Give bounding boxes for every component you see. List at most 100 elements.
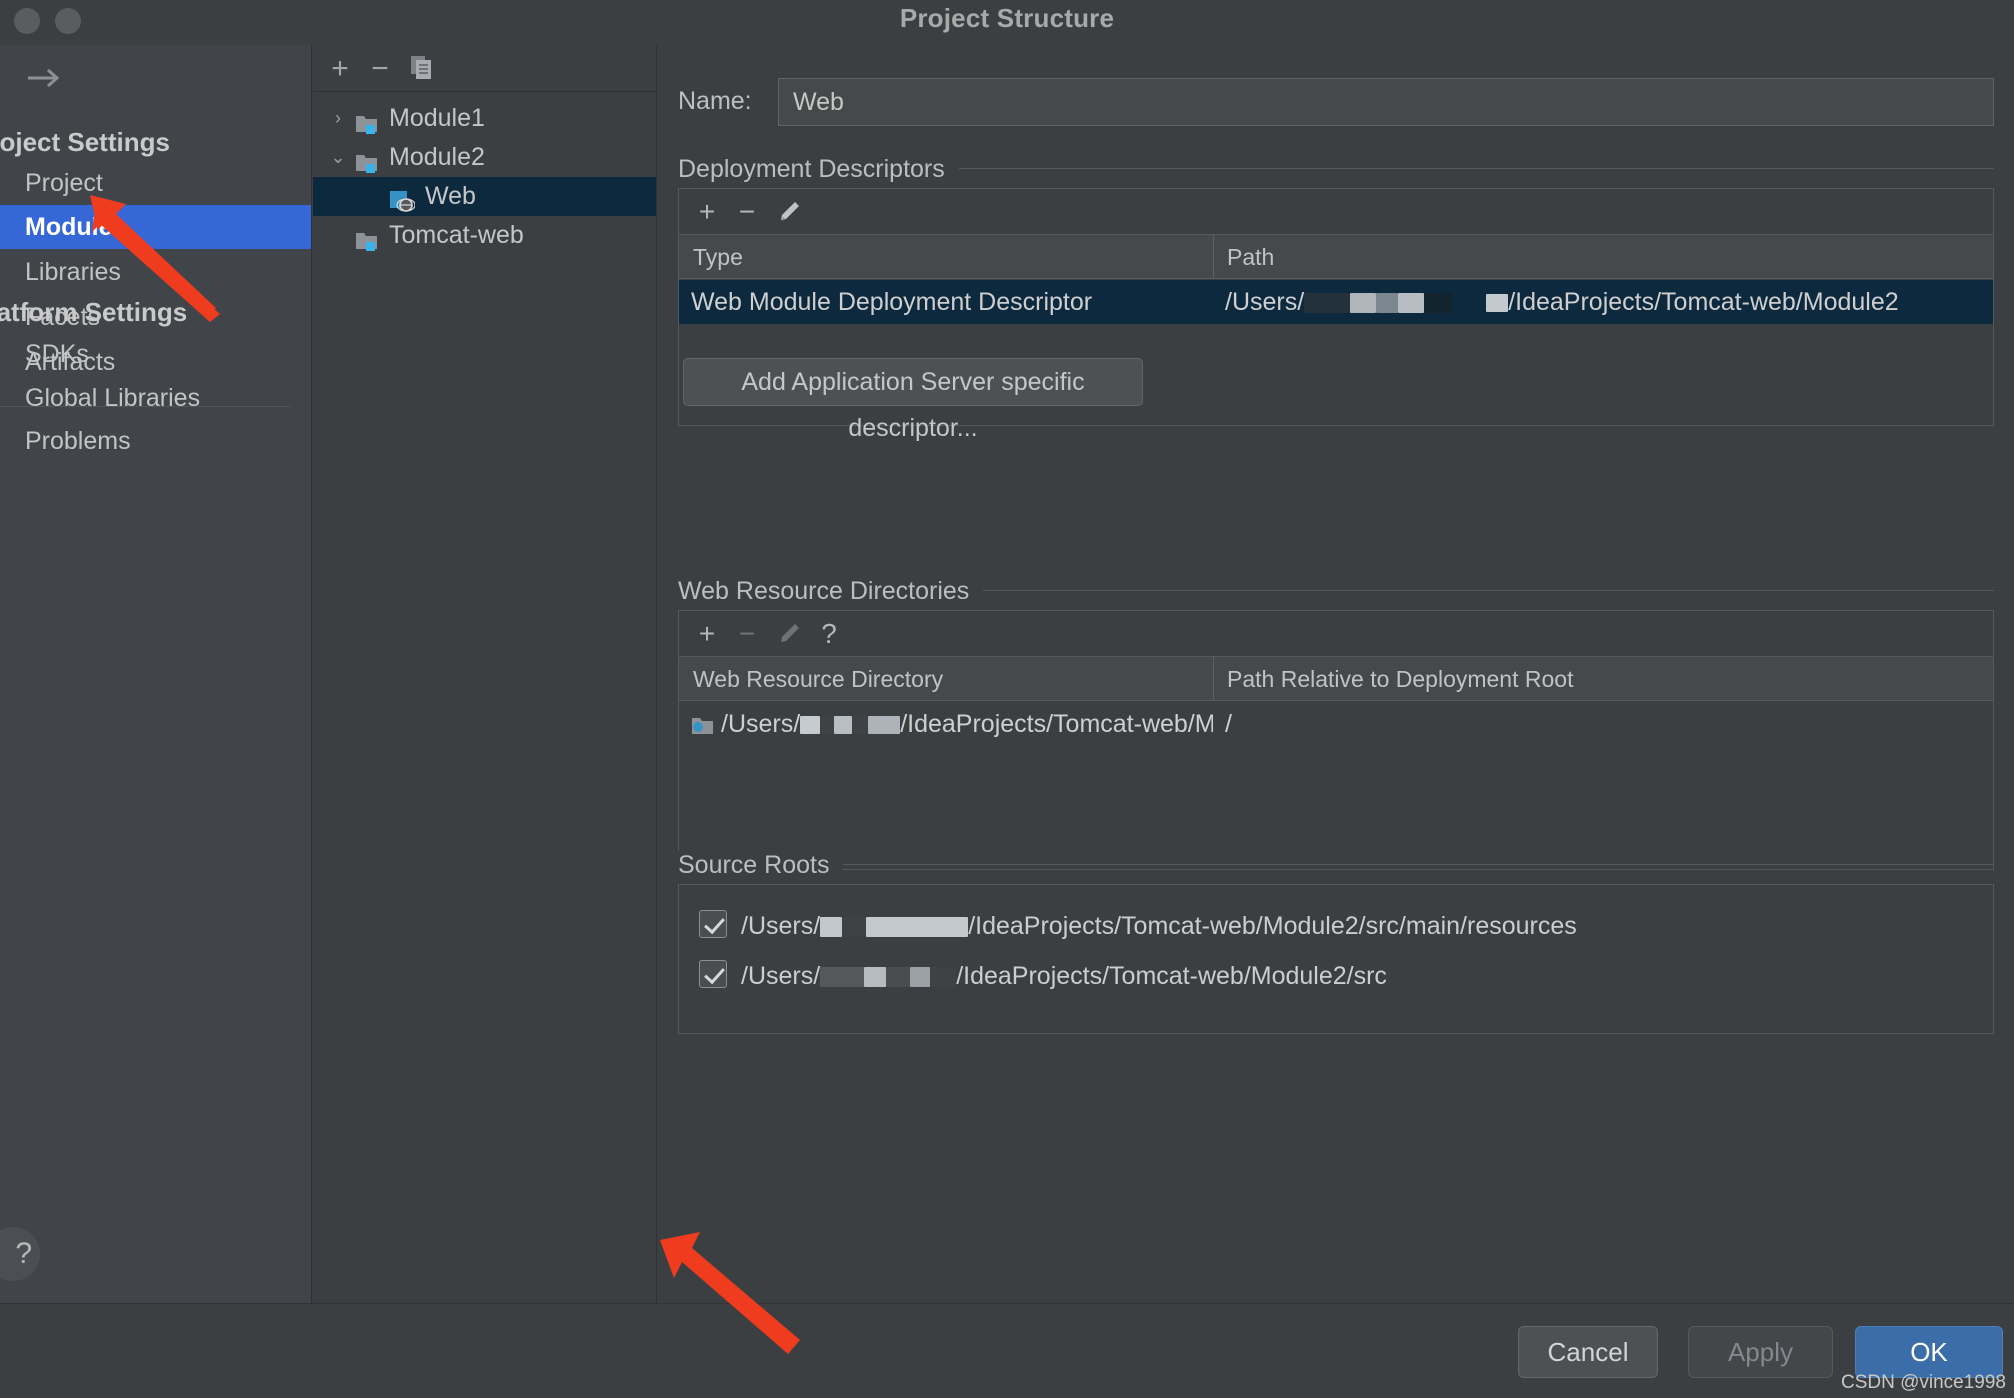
table-row[interactable]: Web Module Deployment Descriptor /Users/… bbox=[679, 280, 1993, 324]
redaction-block bbox=[852, 716, 869, 735]
cell-type: Web Module Deployment Descriptor bbox=[691, 288, 1093, 316]
tree-item-tomcat-web[interactable]: Tomcat-web bbox=[313, 216, 656, 255]
cancel-button[interactable]: Cancel bbox=[1518, 1326, 1658, 1378]
cell-path: /Users/ /IdeaProjects/Tomcat-web/Module2 bbox=[1213, 280, 1995, 324]
source-root-row[interactable]: /Users/ /IdeaProjects/Tomcat-web/Module2/… bbox=[679, 901, 1993, 951]
redaction-block bbox=[864, 967, 887, 988]
redaction-block bbox=[886, 967, 911, 988]
redaction-block bbox=[820, 967, 865, 988]
copy-icon[interactable] bbox=[405, 53, 439, 85]
project-structure-dialog: Project Structure Project Settings Proje… bbox=[0, 0, 2014, 1398]
column-header-web-resource-directory[interactable]: Web Resource Directory bbox=[679, 657, 943, 701]
web-resource-directories-title: Web Resource Directories bbox=[678, 577, 984, 606]
column-header-path-relative[interactable]: Path Relative to Deployment Root bbox=[1213, 657, 1573, 701]
cell-web-resource-directory: /Users/ /IdeaProjects/Tomcat-web/Mo... bbox=[679, 702, 1213, 746]
tree-item-module2[interactable]: ⌄ Module2 bbox=[313, 138, 656, 177]
tree-item-label: Tomcat-web bbox=[389, 221, 524, 249]
sidebar-section-platform-settings: Platform Settings bbox=[0, 297, 188, 327]
redaction-block bbox=[868, 716, 901, 735]
source-root-checkbox[interactable] bbox=[699, 960, 727, 988]
column-header-path[interactable]: Path bbox=[1213, 235, 1274, 279]
path-suffix: /IdeaProjects/Tomcat-web/Module2 bbox=[1508, 288, 1899, 316]
redaction-block bbox=[866, 917, 969, 938]
minus-icon: − bbox=[738, 618, 756, 649]
title-bar: Project Structure bbox=[0, 0, 2014, 45]
module-tree-toolbar: + − bbox=[313, 45, 656, 92]
sidebar-divider bbox=[0, 406, 290, 407]
sidebar-item-libraries[interactable]: Libraries bbox=[0, 250, 311, 294]
source-root-row[interactable]: /Users/ /IdeaProjects/Tomcat-web/Module2/… bbox=[679, 951, 1993, 1001]
sidebar-item-global-libraries[interactable]: Global Libraries bbox=[0, 376, 311, 420]
sidebar-item-problems[interactable]: Problems bbox=[0, 419, 311, 463]
source-root-path: /Users/ /IdeaProjects/Tomcat-web/Module2/… bbox=[741, 901, 1577, 951]
chevron-right-icon[interactable]: › bbox=[325, 99, 351, 138]
group-separator bbox=[678, 864, 1994, 865]
redaction-block bbox=[1350, 293, 1377, 314]
pencil-icon[interactable] bbox=[773, 196, 805, 228]
tree-item-label: Module1 bbox=[389, 104, 485, 132]
deployment-toolbar: + − bbox=[679, 189, 1993, 235]
tree-item-label: Module2 bbox=[389, 143, 485, 171]
path-prefix: /Users/ bbox=[741, 912, 821, 940]
deployment-descriptors-panel: + − Type Path Web Module Deployment Desc… bbox=[678, 188, 1994, 442]
watermark: CSDN @vince1998 bbox=[1840, 1372, 2006, 1393]
path-suffix: /IdeaProjects/Tomcat-web/Module2/src/mai… bbox=[968, 912, 1577, 940]
table-row[interactable]: /Users/ /IdeaProjects/Tomcat-web/Mo... / bbox=[679, 702, 1993, 746]
settings-sidebar: Project Settings Project Modules Librari… bbox=[0, 45, 312, 1303]
name-input[interactable]: Web bbox=[778, 78, 1994, 126]
path-suffix: /IdeaProjects/Tomcat-web/Mo... bbox=[900, 710, 1213, 738]
web-facet-icon bbox=[389, 186, 416, 212]
sidebar-item-project[interactable]: Project bbox=[0, 161, 311, 205]
pencil-icon bbox=[773, 618, 805, 650]
module-folder-icon bbox=[355, 108, 377, 134]
plus-icon[interactable]: + bbox=[691, 618, 723, 650]
redaction-block bbox=[834, 716, 853, 735]
name-row: Name: Web bbox=[658, 78, 2014, 130]
path-prefix: /Users/ bbox=[741, 962, 821, 990]
help-icon[interactable]: ? bbox=[0, 1227, 40, 1281]
chevron-down-icon[interactable]: ⌄ bbox=[325, 138, 351, 177]
tree-item-module1[interactable]: › Module1 bbox=[313, 99, 656, 138]
source-root-checkbox[interactable] bbox=[699, 910, 727, 938]
redaction-block bbox=[1452, 293, 1487, 314]
redaction-block bbox=[1376, 293, 1399, 314]
name-label: Name: bbox=[678, 87, 752, 115]
add-app-server-descriptor-button[interactable]: Add Application Server specific descript… bbox=[683, 358, 1143, 442]
redaction-block bbox=[1424, 293, 1453, 314]
redaction-block bbox=[930, 967, 957, 988]
column-header-type[interactable]: Type bbox=[679, 235, 743, 279]
deployment-table-header: Type Path bbox=[679, 235, 1993, 279]
web-resource-table-header: Web Resource Directory Path Relative to … bbox=[679, 657, 1993, 701]
redaction-block bbox=[820, 716, 835, 735]
web-resource-toolbar: + − ? bbox=[679, 611, 1993, 657]
ok-button[interactable]: OK bbox=[1855, 1326, 2003, 1378]
web-resource-directories-panel: + − ? Web Resource Directory Path Relati… bbox=[678, 610, 1994, 870]
redaction-block bbox=[820, 917, 843, 938]
minus-icon[interactable]: − bbox=[731, 196, 763, 228]
help-icon[interactable]: ? bbox=[813, 618, 845, 650]
folder-icon bbox=[691, 707, 715, 746]
redaction-block bbox=[1398, 293, 1425, 314]
redaction-block bbox=[910, 967, 931, 988]
path-prefix: /Users/ bbox=[721, 710, 801, 738]
module-folder-icon bbox=[355, 147, 377, 173]
minus-icon[interactable]: − bbox=[363, 53, 397, 85]
cell-relative-path: / bbox=[1225, 710, 1232, 738]
source-roots-title: Source Roots bbox=[678, 851, 844, 880]
dialog-footer: Cancel Apply OK CSDN @vince1998 bbox=[0, 1303, 2014, 1398]
deployment-descriptors-title: Deployment Descriptors bbox=[678, 155, 959, 184]
redaction-block bbox=[842, 917, 867, 938]
redaction-block bbox=[1486, 294, 1509, 313]
redaction-block bbox=[1304, 293, 1351, 314]
plus-icon[interactable]: + bbox=[691, 196, 723, 228]
path-suffix: /IdeaProjects/Tomcat-web/Module2/src bbox=[956, 962, 1387, 990]
source-roots-panel: /Users/ /IdeaProjects/Tomcat-web/Module2/… bbox=[678, 884, 1994, 1034]
path-prefix: /Users/ bbox=[1225, 288, 1305, 316]
plus-icon[interactable]: + bbox=[323, 53, 357, 85]
arrow-right-icon[interactable] bbox=[22, 63, 66, 93]
sidebar-item-modules[interactable]: Modules bbox=[0, 205, 311, 249]
window-title: Project Structure bbox=[899, 3, 1115, 33]
sidebar-item-sdks[interactable]: SDKs bbox=[0, 332, 311, 376]
source-root-path: /Users/ /IdeaProjects/Tomcat-web/Module2/… bbox=[741, 951, 1387, 1001]
tree-item-web[interactable]: Web bbox=[313, 177, 656, 216]
